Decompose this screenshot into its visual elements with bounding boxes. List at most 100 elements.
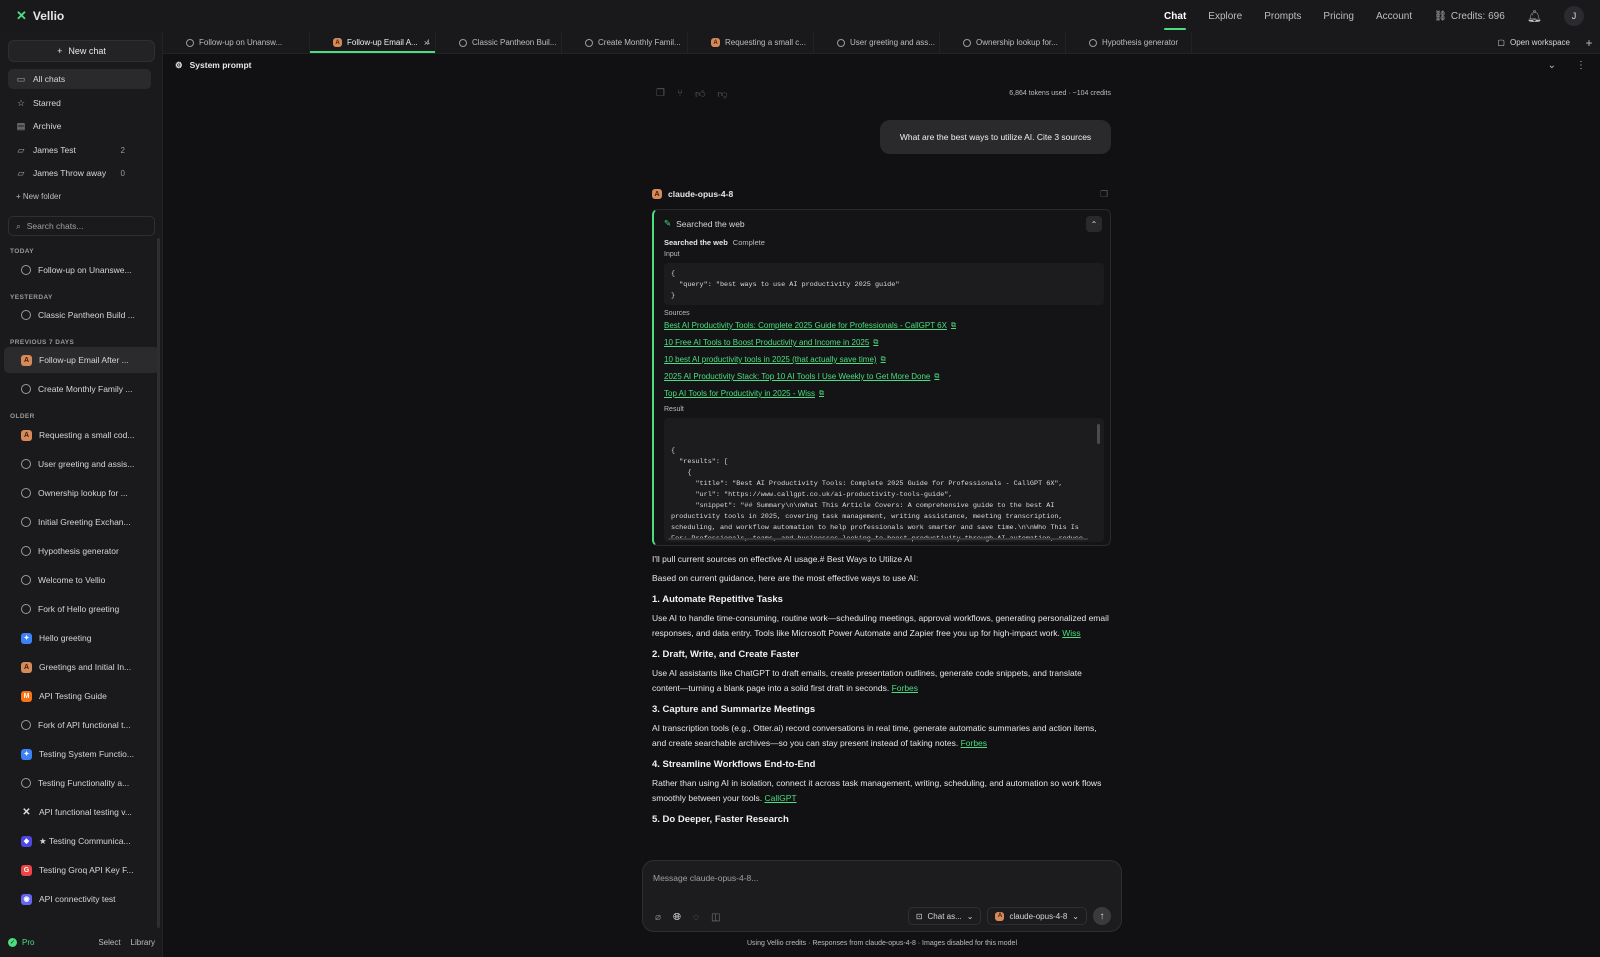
oai-model-icon <box>837 38 845 47</box>
tab[interactable]: Follow-up on Unansw... <box>163 32 310 53</box>
sidebar-scrollbar[interactable] <box>157 238 160 928</box>
nav-pricing[interactable]: Pricing <box>1323 11 1354 22</box>
app-logo[interactable]: ✕ Vellio <box>0 8 163 24</box>
model-selector[interactable]: A claude-opus-4-8 ⌄ <box>987 907 1087 925</box>
oai-model-icon <box>963 38 971 47</box>
search-chats[interactable]: ⌕ <box>8 216 155 236</box>
credits-indicator[interactable]: ⛓ Credits: 696 <box>1434 11 1505 22</box>
new-tab-button[interactable]: + <box>1578 32 1600 53</box>
tab[interactable]: Create Monthly Famil... <box>562 32 688 53</box>
chat-list-item[interactable]: Classic Pantheon Build ... <box>4 302 159 328</box>
oai-model-icon <box>21 604 31 614</box>
citation-link[interactable]: Forbes <box>892 683 918 693</box>
tab[interactable]: Classic Pantheon Buil... <box>436 32 562 53</box>
chat-list-item[interactable]: ◉ API connectivity test <box>4 886 159 912</box>
source-link[interactable]: 10 Free AI Tools to Boost Productivity a… <box>664 338 878 347</box>
chat-list-item[interactable]: Testing Functionality a... <box>4 770 159 796</box>
chat-list-item[interactable]: A Requesting a small cod... <box>4 422 159 448</box>
tab[interactable]: A Follow-up Email A... 1 × <box>310 32 436 53</box>
chat-list-item[interactable]: Follow-up on Unanswe... <box>4 257 159 283</box>
layout-icon[interactable]: ◫ <box>711 912 720 923</box>
notifications-bell-icon[interactable]: 🔔︎ <box>1527 9 1542 23</box>
chat-list-item[interactable]: Ownership lookup for ... <box>4 480 159 506</box>
chat-list-item[interactable]: ◆ ★ Testing Communica... <box>4 828 159 854</box>
attach-icon[interactable]: ⌀ <box>655 912 661 923</box>
system-prompt-bar[interactable]: ⚙ System prompt ⌄ ⋮ <box>163 54 1600 76</box>
chat-list-item[interactable]: Create Monthly Family ... <box>4 376 159 402</box>
nav-explore[interactable]: Explore <box>1208 11 1242 22</box>
citation-link[interactable]: CallGPT <box>764 793 796 803</box>
close-tab-icon[interactable]: × <box>424 38 429 48</box>
branch-icon[interactable]: ⑂ <box>677 88 683 100</box>
code-scrollbar[interactable] <box>1097 424 1100 444</box>
result-code-block[interactable]: { "results": [ { "title": "Best AI Produ… <box>664 418 1104 542</box>
source-link[interactable]: 10 best AI productivity tools in 2025 (t… <box>664 355 886 364</box>
top-bar: ✕ Vellio Chat Explore Prompts Pricing Ac… <box>0 0 1600 32</box>
sidebar-item-archive[interactable]: ▤ Archive <box>8 116 151 136</box>
plan-badge[interactable]: ✓ Pro <box>8 937 34 947</box>
library-button[interactable]: Library <box>131 938 155 947</box>
sidebar-folder-james-throw-away[interactable]: ▱ James Throw away 0 <box>8 163 151 183</box>
nav-account[interactable]: Account <box>1376 11 1412 22</box>
tab[interactable]: A Requesting a small c... <box>688 32 814 53</box>
chat-list-item[interactable]: G Testing Groq API Key F... <box>4 857 159 883</box>
sidebar: + New chat ▭ All chats ☆ Starred ▤ Archi… <box>0 32 163 957</box>
search-input[interactable] <box>26 221 137 231</box>
citation-link[interactable]: Forbes <box>961 738 987 748</box>
input-label: Input <box>664 251 680 258</box>
chat-list-item[interactable]: Hypothesis generator <box>4 538 159 564</box>
composer-tools: ⌀ 🌐︎ ◌ ◫ <box>655 912 720 923</box>
chat-list-item[interactable]: M API Testing Guide <box>4 683 159 709</box>
chat-list-item[interactable]: A Follow-up Email After ... <box>4 347 159 373</box>
tab[interactable]: Hypothesis generator <box>1066 32 1192 53</box>
image-icon[interactable]: ◌ <box>693 912 699 923</box>
folder-count: 0 <box>120 168 125 178</box>
plus-icon: + <box>57 46 63 56</box>
chevron-down-icon: ⌄ <box>1072 911 1079 921</box>
answer-heading: 1. Automate Repetitive Tasks <box>652 594 783 605</box>
grok-model-icon: ✕ <box>22 806 31 818</box>
new-chat-button[interactable]: + New chat <box>8 40 155 62</box>
code-horizontal-scrollbar[interactable] <box>668 538 1088 540</box>
nav-prompts[interactable]: Prompts <box>1264 11 1301 22</box>
chat-list-item[interactable]: Fork of Hello greeting <box>4 596 159 622</box>
chevron-down-icon[interactable]: ⌄ <box>1548 60 1556 71</box>
source-link[interactable]: Top AI Tools for Productivity in 2025 - … <box>664 389 824 398</box>
open-workspace-button[interactable]: ▢ Open workspace <box>1489 32 1578 53</box>
chat-list-item[interactable]: User greeting and assis... <box>4 451 159 477</box>
thumbs-up-icon[interactable]: 👍︎ <box>695 88 705 100</box>
message-input[interactable] <box>653 873 1093 889</box>
globe-icon[interactable]: 🌐︎ <box>673 912 681 923</box>
chat-title: API Testing Guide <box>39 691 107 701</box>
source-link[interactable]: 2025 AI Productivity Stack: Top 10 AI To… <box>664 372 939 381</box>
send-button[interactable]: ↑ <box>1093 907 1111 925</box>
chat-list-item[interactable]: A Greetings and Initial In... <box>4 654 159 680</box>
sidebar-folder-james-test[interactable]: ▱ James Test 2 <box>8 140 151 160</box>
user-avatar[interactable]: J <box>1564 6 1584 26</box>
chat-title: Testing Groq API Key F... <box>39 865 134 875</box>
chat-list-item[interactable]: ✦ Testing System Functio... <box>4 741 159 767</box>
thumbs-down-icon[interactable]: 👎︎ <box>717 88 727 100</box>
more-menu-icon[interactable]: ⋮ <box>1576 60 1586 71</box>
chat-list-item[interactable]: Fork of API functional t... <box>4 712 159 738</box>
copy-icon[interactable]: ❐ <box>656 88 665 100</box>
chat-list-item[interactable]: Initial Greeting Exchan... <box>4 509 159 535</box>
select-button[interactable]: Select <box>98 938 120 947</box>
tab-title: Follow-up on Unansw... <box>199 38 283 47</box>
chat-list-item[interactable]: ✦ Hello greeting <box>4 625 159 651</box>
anth-model-icon: A <box>21 354 32 366</box>
nav-chat[interactable]: Chat <box>1164 11 1187 30</box>
source-link[interactable]: Best AI Productivity Tools: Complete 202… <box>664 321 956 330</box>
collapse-button[interactable]: ⌃ <box>1086 216 1102 232</box>
chat-as-dropdown[interactable]: ⊡ Chat as... ⌄ <box>907 907 982 925</box>
citation-link[interactable]: Wiss <box>1062 628 1080 638</box>
tab[interactable]: User greeting and ass... <box>814 32 940 53</box>
sidebar-item-all-chats[interactable]: ▭ All chats <box>8 69 151 89</box>
sidebar-item-starred[interactable]: ☆ Starred <box>8 93 151 113</box>
new-folder-button[interactable]: + New folder <box>16 192 61 201</box>
tool-card-header[interactable]: ✎ Searched the web <box>664 218 745 229</box>
tab[interactable]: Ownership lookup for... <box>940 32 1066 53</box>
chat-list-item[interactable]: Welcome to Vellio <box>4 567 159 593</box>
chat-list-item[interactable]: ✕ API functional testing v... <box>4 799 159 825</box>
copy-icon[interactable]: ❐ <box>1100 189 1108 200</box>
